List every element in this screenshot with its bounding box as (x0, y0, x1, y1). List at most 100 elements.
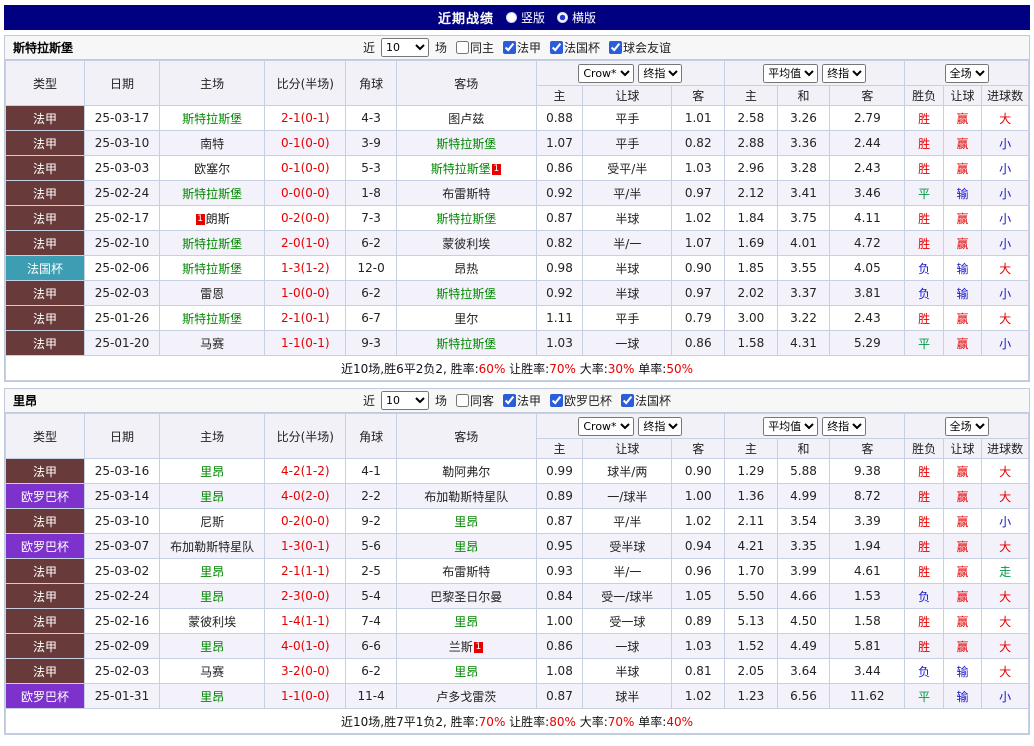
odds-source-select[interactable]: 平均值 (763, 416, 819, 436)
avg-odds-cell: 3.55 (776, 255, 831, 281)
team-name-text: 布加勒斯特星队 (170, 539, 255, 554)
view-option-vertical[interactable]: 竖版 (505, 9, 545, 26)
away-team-cell[interactable]: 里昂 (395, 608, 537, 634)
match-count-select[interactable]: 10 (380, 38, 429, 57)
away-team-cell[interactable]: 斯特拉斯堡 1 (395, 155, 537, 181)
filter-checkbox-label: 法国杯 (564, 41, 601, 55)
filter-checkbox[interactable]: 法国杯 (550, 39, 600, 56)
odds-source-select[interactable]: 全场 (944, 63, 989, 83)
home-team-cell[interactable]: 斯特拉斯堡 (158, 105, 266, 131)
odds-group-header: Crow* 终指 (535, 60, 726, 86)
league-type-cell: 法甲 (5, 658, 85, 684)
league-type-cell: 法甲 (5, 458, 85, 484)
filter-checkbox-label: 法国杯 (635, 394, 672, 408)
home-team-cell[interactable]: 里昂 (158, 458, 266, 484)
corners-cell: 12-0 (345, 255, 397, 281)
odds-source-select[interactable]: Crow* (578, 63, 635, 83)
odds-source-select[interactable]: 全场 (944, 416, 989, 436)
odds-source-select[interactable]: 终指 (822, 63, 867, 83)
league-type-cell: 法甲 (5, 305, 85, 331)
odds-source-select[interactable]: 终指 (638, 416, 683, 436)
away-team-cell: 昂热 (395, 255, 537, 281)
filter-checkbox[interactable]: 球会友谊 (609, 39, 671, 56)
match-date-cell: 25-02-16 (84, 608, 160, 634)
avg-odds-cell: 3.54 (776, 508, 831, 534)
home-team-cell[interactable]: 里昂 (158, 633, 266, 659)
filter-checkbox-input[interactable] (550, 41, 564, 54)
filter-checkbox-input[interactable] (550, 394, 564, 407)
away-team-cell[interactable]: 斯特拉斯堡 (395, 205, 537, 231)
sub-column-header: 让球 (942, 438, 983, 459)
match-row: 法甲 25-02-03 雷恩 1-0(0-0) 6-2 斯特拉斯堡 0.92 半球 0.97 2.… (5, 280, 1029, 306)
handicap-odds-cell: 1.02 (671, 205, 726, 231)
filter-checkbox[interactable]: 同客 (455, 392, 494, 409)
league-type-cell: 法甲 (5, 180, 85, 206)
score-cell: 0-1(0-0) (264, 155, 347, 181)
away-team-cell[interactable]: 斯特拉斯堡 (395, 130, 537, 156)
odds-source-select[interactable]: 终指 (638, 63, 683, 83)
home-team-cell[interactable]: 里昂 (158, 683, 266, 709)
odds-source-select[interactable]: 平均值 (763, 63, 819, 83)
odds-group-header: 全场 (904, 413, 1029, 439)
result-cell: 小 (981, 155, 1029, 181)
result-cell: 胜 (904, 533, 944, 559)
home-team-cell[interactable]: 斯特拉斯堡 (158, 230, 266, 256)
team-name-text: 里昂 (200, 589, 225, 604)
score-cell: 0-1(0-0) (264, 130, 347, 156)
team-title: 里昂 (13, 394, 38, 408)
result-cell: 小 (981, 205, 1029, 231)
result-cell: 平 (904, 330, 944, 356)
filter-checkbox-input[interactable] (455, 41, 469, 54)
column-header: 客场 (395, 413, 537, 459)
odds-source-select[interactable]: 终指 (822, 416, 867, 436)
result-cell: 胜 (904, 130, 944, 156)
horizontal-radio-icon[interactable] (557, 12, 568, 23)
handicap-odds-cell: 0.86 (535, 633, 584, 659)
horizontal-radio-label: 横版 (572, 11, 597, 25)
avg-odds-cell: 3.00 (724, 305, 778, 331)
filter-checkbox[interactable]: 法国杯 (621, 392, 671, 409)
filter-checkbox-input[interactable] (621, 394, 635, 407)
away-team-cell[interactable]: 斯特拉斯堡 (395, 280, 537, 306)
home-team-cell[interactable]: 里昂 (158, 583, 266, 609)
red-card-badge: 1 (473, 641, 483, 653)
filter-checkbox[interactable]: 法甲 (503, 39, 541, 56)
handicap-odds-cell: 1.03 (535, 330, 584, 356)
away-team-cell[interactable]: 里昂 (395, 533, 537, 559)
league-type-cell: 法甲 (5, 558, 85, 584)
games-label: 场 (434, 394, 447, 408)
away-team-cell[interactable]: 斯特拉斯堡 (395, 330, 537, 356)
home-team-cell[interactable]: 里昂 (158, 558, 266, 584)
filter-checkbox-input[interactable] (503, 394, 516, 407)
away-team-cell: 蒙彼利埃 (395, 230, 537, 256)
match-count-select[interactable]: 10 (380, 391, 429, 410)
avg-odds-cell: 4.05 (829, 255, 906, 281)
avg-odds-cell: 1.85 (724, 255, 778, 281)
avg-odds-cell: 3.44 (829, 658, 906, 684)
filter-checkbox-input[interactable] (503, 41, 516, 54)
filter-checkbox-input[interactable] (609, 41, 623, 54)
avg-odds-cell: 4.31 (776, 330, 831, 356)
home-team-cell[interactable]: 斯特拉斯堡 (158, 180, 266, 206)
filter-checkbox-input[interactable] (455, 394, 469, 407)
summary-stat-value: 30% (607, 361, 639, 376)
filter-checkbox[interactable]: 同主 (455, 39, 494, 56)
home-team-cell[interactable]: 斯特拉斯堡 (158, 255, 266, 281)
filter-checkbox-label: 同主 (469, 41, 494, 55)
filter-checkbox[interactable]: 欧罗巴杯 (550, 392, 612, 409)
view-option-horizontal[interactable]: 横版 (557, 9, 596, 26)
sub-column-header: 主 (724, 85, 778, 106)
away-team-cell[interactable]: 里昂 (395, 508, 537, 534)
avg-odds-cell: 5.81 (829, 633, 906, 659)
odds-source-select[interactable]: Crow* (578, 416, 635, 436)
column-header: 日期 (84, 413, 160, 459)
team-name-text: 南特 (200, 136, 225, 151)
summary-stat-value: 40% (666, 714, 693, 729)
filter-checkbox[interactable]: 法甲 (503, 392, 541, 409)
vertical-radio-icon[interactable] (505, 12, 517, 23)
home-team-cell[interactable]: 斯特拉斯堡 (158, 305, 266, 331)
away-team-cell[interactable]: 里昂 (395, 658, 537, 684)
avg-odds-cell: 3.75 (776, 205, 831, 231)
result-cell: 负 (904, 280, 944, 306)
home-team-cell[interactable]: 里昂 (158, 483, 266, 509)
